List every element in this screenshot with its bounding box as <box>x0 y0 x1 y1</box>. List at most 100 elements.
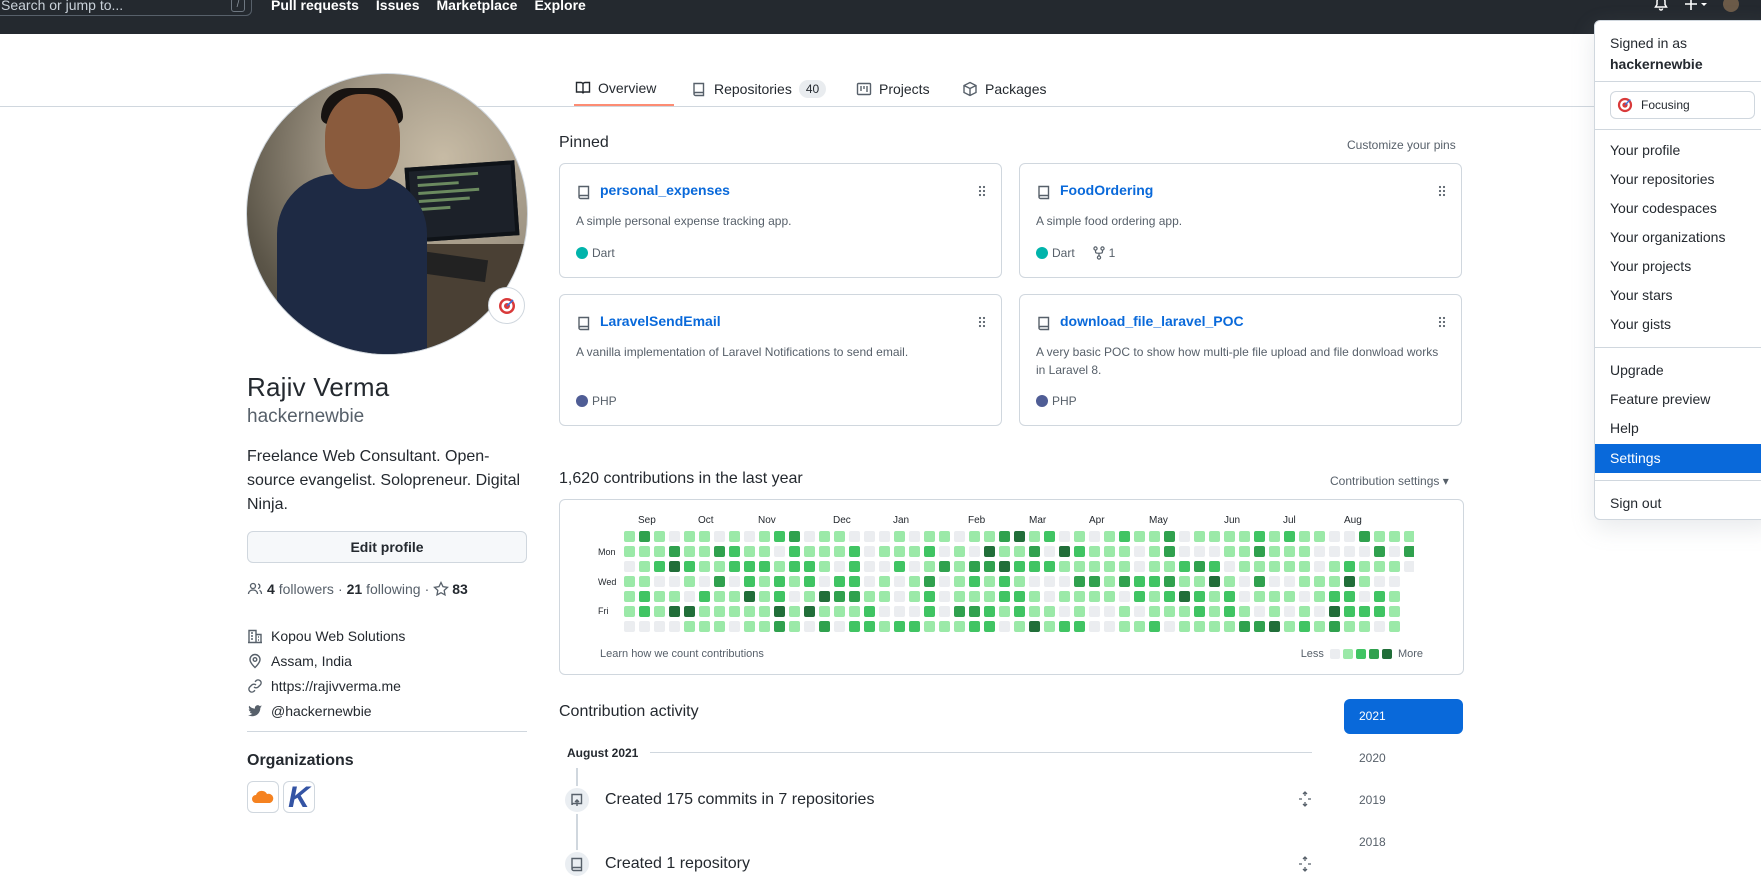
contribution-day[interactable] <box>1224 591 1235 602</box>
menu-item-help[interactable]: Help <box>1595 415 1761 442</box>
contribution-day[interactable] <box>1299 531 1310 542</box>
contribution-day[interactable] <box>1209 576 1220 587</box>
menu-item-your-repositories[interactable]: Your repositories <box>1595 166 1761 193</box>
contribution-day[interactable] <box>1089 606 1100 617</box>
contribution-day[interactable] <box>1194 546 1205 557</box>
contribution-day[interactable] <box>849 531 860 542</box>
contribution-day[interactable] <box>1254 576 1265 587</box>
profile-avatar[interactable] <box>246 73 528 355</box>
contribution-day[interactable] <box>1179 531 1190 542</box>
contribution-day[interactable] <box>1074 531 1085 542</box>
contribution-day[interactable] <box>1284 546 1295 557</box>
contribution-day[interactable] <box>654 546 665 557</box>
contribution-day[interactable] <box>669 546 680 557</box>
contribution-day[interactable] <box>984 546 995 557</box>
contribution-day[interactable] <box>1119 621 1130 632</box>
contribution-day[interactable] <box>969 591 980 602</box>
contribution-day[interactable] <box>879 576 890 587</box>
contribution-day[interactable] <box>999 606 1010 617</box>
contribution-day[interactable] <box>714 576 725 587</box>
contribution-day[interactable] <box>1119 546 1130 557</box>
menu-item-your-projects[interactable]: Your projects <box>1595 253 1761 280</box>
contribution-day[interactable] <box>759 546 770 557</box>
contribution-day[interactable] <box>684 591 695 602</box>
contribution-day[interactable] <box>1284 606 1295 617</box>
contribution-day[interactable] <box>819 621 830 632</box>
contribution-day[interactable] <box>1089 531 1100 542</box>
contribution-day[interactable] <box>639 561 650 572</box>
contribution-day[interactable] <box>999 591 1010 602</box>
contribution-day[interactable] <box>1254 531 1265 542</box>
contribution-day[interactable] <box>1329 531 1340 542</box>
org-avatar-k[interactable]: K <box>283 781 315 814</box>
contribution-day[interactable] <box>699 531 710 542</box>
contribution-day[interactable] <box>1269 576 1280 587</box>
contribution-day[interactable] <box>1044 561 1055 572</box>
contribution-day[interactable] <box>759 576 770 587</box>
contribution-day[interactable] <box>1329 606 1340 617</box>
contribution-day[interactable] <box>789 531 800 542</box>
website-link[interactable]: https://rajivverma.me <box>271 678 401 694</box>
contribution-day[interactable] <box>654 531 665 542</box>
contribution-day[interactable] <box>729 546 740 557</box>
contribution-day[interactable] <box>1074 606 1085 617</box>
contribution-day[interactable] <box>1179 576 1190 587</box>
contribution-day[interactable] <box>894 606 905 617</box>
contribution-day[interactable] <box>1299 561 1310 572</box>
contribution-day[interactable] <box>849 606 860 617</box>
contribution-day[interactable] <box>939 576 950 587</box>
contribution-day[interactable] <box>774 576 785 587</box>
contribution-day[interactable] <box>1284 621 1295 632</box>
contribution-day[interactable] <box>1164 561 1175 572</box>
contribution-day[interactable] <box>1299 606 1310 617</box>
contribution-day[interactable] <box>624 576 635 587</box>
contribution-day[interactable] <box>1029 621 1040 632</box>
pinned-repo-link[interactable]: personal_expenses <box>600 182 730 198</box>
contribution-day[interactable] <box>849 546 860 557</box>
create-new-menu[interactable] <box>1683 0 1709 12</box>
drag-handle-icon[interactable] <box>1437 184 1447 200</box>
contribution-day[interactable] <box>654 561 665 572</box>
followers-link[interactable]: 4 followers <box>267 581 334 597</box>
contribution-day[interactable] <box>1164 531 1175 542</box>
contribution-day[interactable] <box>1029 531 1040 542</box>
contribution-day[interactable] <box>849 576 860 587</box>
contribution-day[interactable] <box>789 561 800 572</box>
contribution-day[interactable] <box>954 576 965 587</box>
contribution-day[interactable] <box>1359 531 1370 542</box>
contribution-day[interactable] <box>1299 546 1310 557</box>
pinned-repo-link[interactable]: download_file_laravel_POC <box>1060 313 1244 329</box>
contribution-day[interactable] <box>699 546 710 557</box>
contribution-day[interactable] <box>744 591 755 602</box>
contribution-day[interactable] <box>1149 591 1160 602</box>
contribution-day[interactable] <box>1029 561 1040 572</box>
contribution-day[interactable] <box>819 591 830 602</box>
contribution-day[interactable] <box>999 576 1010 587</box>
contribution-day[interactable] <box>729 591 740 602</box>
contribution-day[interactable] <box>1299 591 1310 602</box>
contribution-day[interactable] <box>1314 606 1325 617</box>
contribution-day[interactable] <box>729 576 740 587</box>
contribution-day[interactable] <box>804 576 815 587</box>
drag-handle-icon[interactable] <box>1437 315 1447 331</box>
contribution-day[interactable] <box>1239 531 1250 542</box>
contribution-day[interactable] <box>939 606 950 617</box>
contribution-day[interactable] <box>714 531 725 542</box>
contribution-day[interactable] <box>834 606 845 617</box>
tab-packages[interactable]: Packages <box>962 72 1046 106</box>
contribution-settings-dropdown[interactable]: Contribution settings ▾ <box>1330 474 1449 488</box>
contribution-day[interactable] <box>939 621 950 632</box>
nav-marketplace[interactable]: Marketplace <box>437 0 518 14</box>
contribution-day[interactable] <box>744 576 755 587</box>
drag-handle-icon[interactable] <box>977 184 987 200</box>
contribution-day[interactable] <box>1209 606 1220 617</box>
contribution-day[interactable] <box>984 576 995 587</box>
contribution-day[interactable] <box>924 621 935 632</box>
contribution-day[interactable] <box>1074 621 1085 632</box>
contribution-day[interactable] <box>1314 531 1325 542</box>
nav-pull-requests[interactable]: Pull requests <box>271 0 359 14</box>
contribution-day[interactable] <box>729 561 740 572</box>
contribution-day[interactable] <box>1179 546 1190 557</box>
contribution-day[interactable] <box>819 561 830 572</box>
contribution-day[interactable] <box>984 621 995 632</box>
